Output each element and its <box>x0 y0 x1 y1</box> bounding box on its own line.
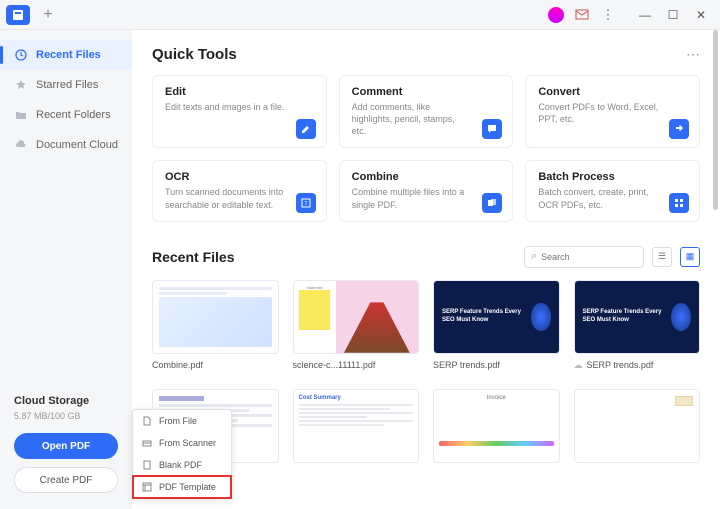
file-thumbnail: Cost Summary <box>293 389 420 463</box>
cloud-icon <box>14 138 28 152</box>
vertical-scrollbar[interactable] <box>713 30 718 210</box>
file-card[interactable]: Invoice <box>433 389 560 463</box>
menu-item-blank-pdf[interactable]: Blank PDF <box>133 454 231 476</box>
sidebar-item-label: Starred Files <box>36 79 98 91</box>
list-view-button[interactable]: ☰ <box>652 247 672 267</box>
sidebar-item-label: Recent Folders <box>36 109 111 121</box>
cloud-storage-block: Cloud Storage 5.87 MB/100 GB Open PDF Cr… <box>0 385 132 509</box>
tool-edit[interactable]: Edit Edit texts and images in a file. <box>152 75 327 148</box>
maximize-button[interactable]: ☐ <box>660 5 686 25</box>
quick-tools-title: Quick Tools <box>152 46 237 63</box>
sidebar-item-label: Document Cloud <box>36 139 118 151</box>
tool-convert[interactable]: Convert Convert PDFs to Word, Excel, PPT… <box>525 75 700 148</box>
tool-combine[interactable]: Combine Combine multiple files into a si… <box>339 160 514 221</box>
blank-page-icon <box>141 459 153 471</box>
grid-view-button[interactable]: ▦ <box>680 247 700 267</box>
sidebar-item-starred-files[interactable]: Starred Files <box>0 70 132 100</box>
sidebar-item-document-cloud[interactable]: Document Cloud <box>0 130 132 160</box>
minimize-button[interactable]: — <box>632 5 658 25</box>
file-thumbnail <box>152 280 279 354</box>
file-card[interactable]: Combine.pdf <box>152 280 279 371</box>
file-card[interactable]: Cost Summary <box>293 389 420 463</box>
svg-text:T: T <box>304 201 307 207</box>
recent-files-grid: Combine.pdf Materials science-c...11111.… <box>152 280 700 463</box>
user-avatar[interactable] <box>548 7 564 23</box>
file-thumbnail: Invoice <box>433 389 560 463</box>
open-pdf-button[interactable]: Open PDF <box>14 433 118 459</box>
search-input[interactable] <box>541 252 621 262</box>
file-name: Combine.pdf <box>152 360 279 370</box>
menu-dots-icon[interactable]: ⋮ <box>600 7 616 23</box>
search-box[interactable]: ⌕ <box>524 246 644 268</box>
app-logo-tab[interactable] <box>6 5 30 25</box>
tool-batch-process[interactable]: Batch Process Batch convert, create, pri… <box>525 160 700 221</box>
tool-comment[interactable]: Comment Add comments, like highlights, p… <box>339 75 514 148</box>
new-tab-button[interactable]: + <box>38 5 58 25</box>
folder-icon <box>14 108 28 122</box>
sidebar-item-label: Recent Files <box>36 49 101 61</box>
quick-tools-grid: Edit Edit texts and images in a file. Co… <box>152 75 700 222</box>
menu-item-from-scanner[interactable]: From Scanner <box>133 432 231 454</box>
menu-item-pdf-template[interactable]: PDF Template <box>133 476 231 498</box>
file-icon <box>141 415 153 427</box>
file-card[interactable]: SERP Feature Trends Every SEO Must Know … <box>433 280 560 371</box>
sidebar: Recent Files Starred Files Recent Folder… <box>0 30 132 509</box>
sidebar-item-recent-folders[interactable]: Recent Folders <box>0 100 132 130</box>
convert-icon <box>669 119 689 139</box>
search-icon: ⌕ <box>531 250 537 263</box>
combine-icon <box>482 193 502 213</box>
close-button[interactable]: ✕ <box>688 5 714 25</box>
star-icon <box>14 78 28 92</box>
file-name: science-c...11111.pdf <box>293 360 420 370</box>
ocr-icon: T <box>296 193 316 213</box>
file-card[interactable] <box>574 389 701 463</box>
cloud-storage-title: Cloud Storage <box>14 395 118 407</box>
file-card[interactable]: Materials science-c...11111.pdf <box>293 280 420 371</box>
template-icon <box>141 481 153 493</box>
file-thumbnail: Materials <box>293 280 420 354</box>
clock-icon <box>14 48 28 62</box>
quick-tools-more-icon[interactable]: ⋯ <box>686 46 700 63</box>
file-thumbnail: SERP Feature Trends Every SEO Must Know <box>574 280 701 354</box>
scanner-icon <box>141 437 153 449</box>
titlebar: + ⋮ — ☐ ✕ <box>0 0 720 30</box>
batch-icon <box>669 193 689 213</box>
create-pdf-button[interactable]: Create PDF <box>14 467 118 493</box>
file-card[interactable]: SERP Feature Trends Every SEO Must Know … <box>574 280 701 371</box>
edit-icon <box>296 119 316 139</box>
sidebar-item-recent-files[interactable]: Recent Files <box>0 40 132 70</box>
menu-item-from-file[interactable]: From File <box>133 410 231 432</box>
create-pdf-context-menu: From File From Scanner Blank PDF PDF Tem… <box>132 409 232 499</box>
cloud-indicator-icon: ☁ <box>574 360 583 371</box>
file-thumbnail <box>574 389 701 463</box>
notification-icon[interactable] <box>574 7 590 23</box>
file-name: ☁SERP trends.pdf <box>574 360 701 371</box>
recent-files-title: Recent Files <box>152 249 234 265</box>
file-thumbnail: SERP Feature Trends Every SEO Must Know <box>433 280 560 354</box>
cloud-storage-usage: 5.87 MB/100 GB <box>14 411 118 421</box>
tool-ocr[interactable]: OCR Turn scanned documents into searchab… <box>152 160 327 221</box>
file-name: SERP trends.pdf <box>433 360 560 370</box>
comment-icon <box>482 119 502 139</box>
